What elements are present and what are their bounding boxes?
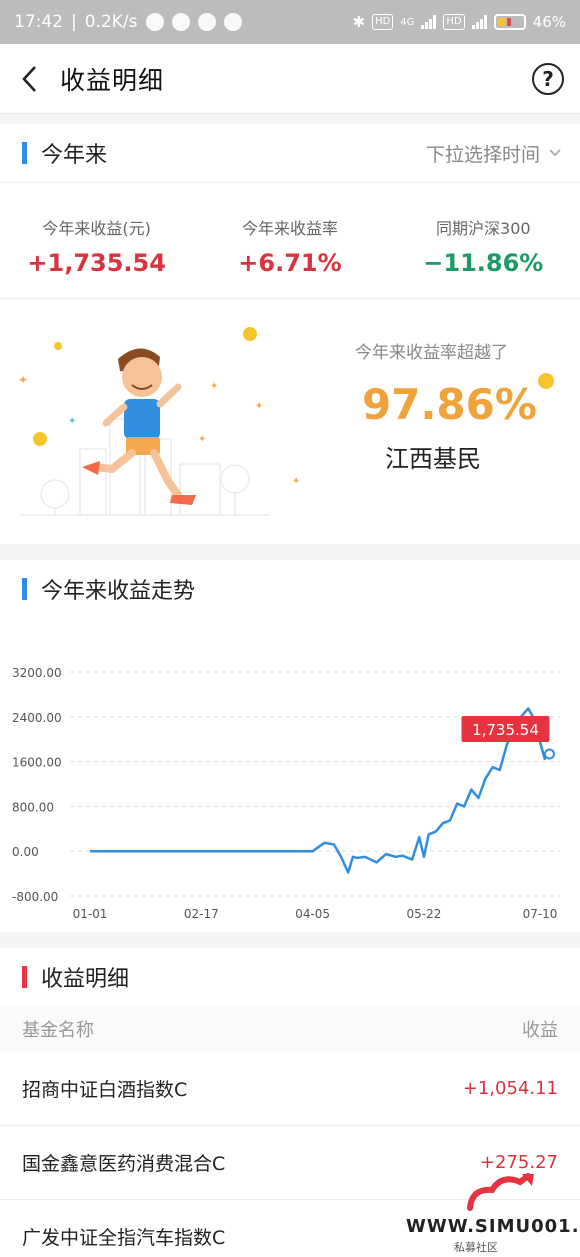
watermark-sub: 私募社区 [454,1241,498,1254]
stat-ytd-rate: 今年来收益率 +6.71% [193,215,386,277]
ytd-title: 今年来 [41,143,108,168]
column-profit: 收益 [522,1020,558,1041]
table-header: 基金名称 收益 [0,1006,580,1052]
back-arrow-icon [22,65,36,92]
signal-icon [421,15,437,29]
detail-title: 收益明细 [41,967,130,992]
page-title: 收益明细 [60,65,165,95]
fund-name: 招商中证白酒指数C [22,1079,188,1101]
stat-value: +6.71% [238,248,342,277]
app-icon [197,13,216,31]
svg-text:✦: ✦ [18,373,28,387]
ytd-stats: 今年来收益(元) +1,735.54 今年来收益率 +6.71% 同期沪深300… [0,182,580,308]
time-picker-label: 下拉选择时间 [425,143,540,166]
x-tick-label: 05-22 [407,907,442,921]
beat-place: 江西基民 [385,445,481,473]
svg-text:✦: ✦ [255,401,263,412]
tooltip-label: 1,735.54 [472,721,539,739]
watermark: WWW.SIMU001.CN 私募社区 [402,1170,580,1257]
watermark-text: WWW.SIMU001.CN [406,1216,580,1237]
help-icon: ? [542,66,554,91]
y-tick-label: 0.00 [12,845,39,859]
stat-label: 今年来收益(元) [42,218,151,238]
svg-text:✦: ✦ [68,416,76,427]
time-picker[interactable]: 下拉选择时间 [426,140,562,167]
y-tick-label: 2400.00 [12,711,62,725]
status-bar: 17:42 | 0.2K/s ✱ HD 4G HD 46% [0,0,580,44]
column-fund-name: 基金名称 [22,1020,94,1041]
y-tick-label: 1600.00 [12,756,62,770]
table-row[interactable]: 招商中证白酒指数C +1,054.11 [0,1052,580,1126]
stat-hs300: 同期沪深300 −11.86% [387,215,580,277]
fund-profit: +1,054.11 [462,1078,558,1099]
y-tick-label: 800.00 [12,800,54,814]
x-tick-label: 07-10 [523,907,558,921]
runner-illustration: ✦ ✦ ✦ ✦ ✦ ✦ [18,327,300,516]
svg-text:✦: ✦ [210,381,218,392]
stat-ytd-profit: 今年来收益(元) +1,735.54 [0,215,193,277]
y-tick-label: -800.00 [12,890,58,904]
detail-header: 收益明细 [0,948,580,1006]
section-marker [22,966,27,988]
signal-icon [471,15,487,29]
app-icon [223,13,242,31]
x-tick-label: 02-17 [184,907,219,921]
watermark-logo-icon [467,1173,534,1211]
trend-chart: 3200.00 2400.00 1600.00 800.00 0.00 -800.00 01… [12,666,560,921]
back-button[interactable] [0,44,60,114]
trend-section: 今年来收益走势 3200.00 2400.00 1600.00 800.00 0.00 -… [0,560,580,932]
battery-icon [493,14,526,30]
stat-label: 同期沪深300 [436,218,531,238]
fund-name: 广发中证全指汽车指数C [22,1227,226,1249]
section-marker [22,142,27,164]
network-label: 4G [400,16,415,28]
beat-title: 今年来收益率超越了 [355,343,508,363]
trend-title: 今年来收益走势 [41,579,196,604]
page: 17:42 | 0.2K/s ✱ HD 4G HD 46% 收益明细 ? 今年来… [0,0,580,1257]
ytd-header: 今年来 下拉选择时间 [0,124,580,182]
last-point [543,748,555,760]
fund-name: 国金鑫意医药消费混合C [22,1153,226,1175]
svg-text:✦: ✦ [198,434,206,445]
trend-header: 今年来收益走势 [0,560,580,618]
hd-icon: HD [372,14,394,30]
y-tick-label: 3200.00 [12,666,62,680]
stat-label: 今年来收益率 [241,218,338,238]
status-speed: 0.2K/s [84,12,138,32]
x-tick-label: 01-01 [73,907,108,921]
battery-percent: 46% [532,13,566,31]
beat-percent: 97.86% [362,380,537,429]
bluetooth-icon: ✱ [352,13,366,31]
svg-text:✦: ✦ [292,476,300,487]
coin-icon [538,373,554,389]
stat-value: +1,735.54 [27,248,166,277]
hd-icon: HD [443,14,465,30]
nav-bar: 收益明细 ? [0,44,580,114]
section-marker [22,578,27,600]
help-button[interactable]: ? [532,62,564,95]
alarm-icon [145,13,164,31]
status-time: 17:42 [14,12,63,32]
chevron-down-icon [549,149,561,157]
x-tick-label: 04-05 [295,907,330,921]
app-icon [171,13,190,31]
stat-value: −11.86% [423,248,544,277]
